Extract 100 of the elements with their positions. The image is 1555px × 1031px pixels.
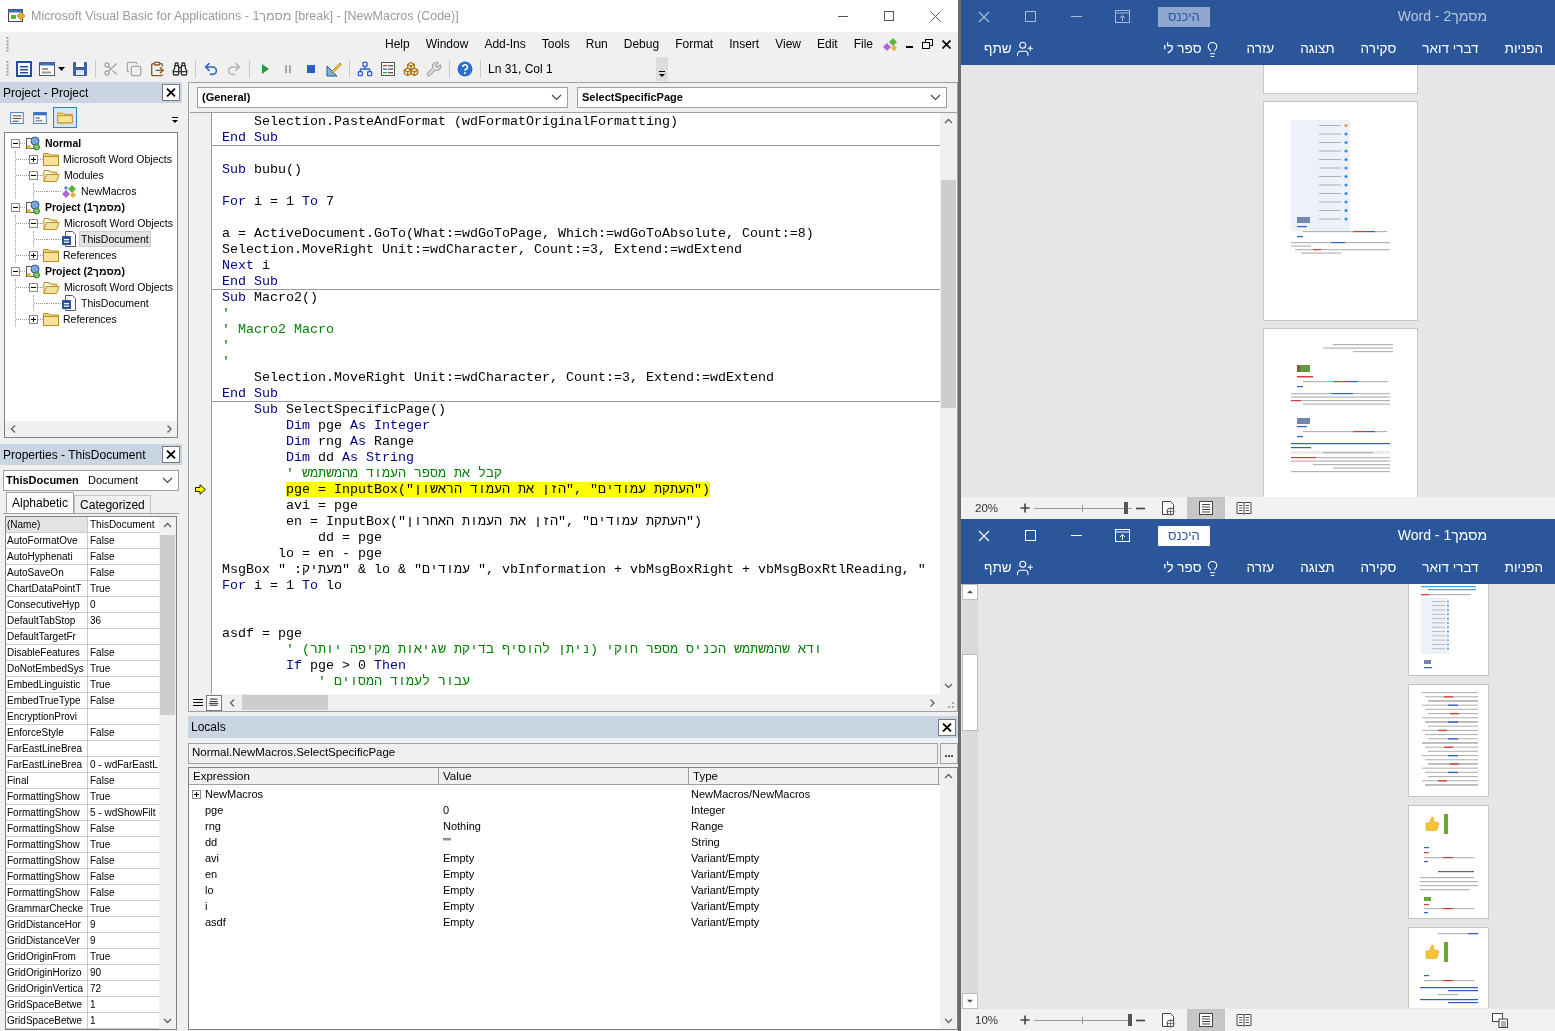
plus-box-icon[interactable] xyxy=(29,314,38,324)
close-icon[interactable] xyxy=(938,718,956,736)
tree-item[interactable]: NewMacros xyxy=(80,184,138,198)
procedure-dropdown[interactable]: SelectSpecificPage xyxy=(577,87,947,108)
property-name[interactable]: FormattingShow xyxy=(6,869,88,884)
grip-icon[interactable] xyxy=(6,60,9,78)
tab[interactable]: Alphabetic xyxy=(6,492,75,513)
plus-icon[interactable] xyxy=(1020,1015,1030,1025)
tree-item[interactable]: References xyxy=(62,312,118,326)
tree-item[interactable]: ThisDocument xyxy=(80,232,150,246)
property-value[interactable]: False xyxy=(88,773,115,788)
property-name[interactable]: FarEastLineBrea xyxy=(6,741,88,756)
close-icon[interactable] xyxy=(942,39,951,49)
property-value[interactable]: ThisDocument xyxy=(88,517,155,532)
minus-box-icon[interactable] xyxy=(29,218,38,228)
display-settings-icon[interactable] xyxy=(1492,1012,1508,1028)
property-value[interactable]: False xyxy=(88,725,115,740)
property-name[interactable]: FarEastLineBrea xyxy=(6,757,88,772)
menu-item[interactable]: Tools xyxy=(541,35,570,53)
plus-box-icon[interactable] xyxy=(192,789,201,799)
restore-icon[interactable] xyxy=(922,39,933,49)
binoculars-icon[interactable] xyxy=(172,61,188,77)
column-header[interactable]: Value xyxy=(439,768,689,784)
property-value[interactable]: True xyxy=(88,949,111,964)
help-icon[interactable] xyxy=(457,61,473,77)
property-value[interactable]: False xyxy=(88,565,115,580)
property-value[interactable]: False xyxy=(88,533,115,548)
slider-thumb[interactable] xyxy=(1128,1014,1133,1026)
property-value[interactable]: False xyxy=(88,693,115,708)
ribbon-tab[interactable]: תצוגה xyxy=(1300,557,1335,579)
zoom-slider[interactable] xyxy=(1034,1013,1132,1027)
property-name[interactable]: Final xyxy=(6,773,88,788)
property-name[interactable]: ConsecutiveHyp xyxy=(6,597,88,612)
property-name[interactable]: DisableFeatures xyxy=(6,645,88,660)
property-value[interactable]: 90 xyxy=(88,965,102,980)
scrollbar-thumb[interactable] xyxy=(941,180,956,408)
property-name[interactable]: (Name) xyxy=(6,517,88,532)
property-name[interactable]: ChartDataPointT xyxy=(6,581,88,596)
property-name[interactable]: EmbedTrueType xyxy=(6,693,88,708)
column-header[interactable]: Expression xyxy=(189,768,439,784)
menu-item[interactable]: File xyxy=(853,35,873,53)
property-value[interactable]: 0 xyxy=(88,597,96,612)
property-value[interactable]: False xyxy=(88,869,115,884)
property-name[interactable]: EmbedLinguistic xyxy=(6,677,88,692)
minus-icon[interactable] xyxy=(1136,1018,1145,1022)
property-value[interactable]: 9 xyxy=(88,933,96,948)
menu-item[interactable]: Help xyxy=(385,35,410,53)
property-value[interactable]: True xyxy=(88,661,111,676)
text-blocks-icon[interactable] xyxy=(206,694,222,711)
property-name[interactable]: FormattingShow xyxy=(6,885,88,900)
plus-box-icon[interactable] xyxy=(29,250,38,260)
ribbon-tab[interactable]: הפניות xyxy=(1504,557,1543,579)
chevron-down-icon[interactable] xyxy=(162,477,173,484)
boxes-icon[interactable] xyxy=(403,61,419,77)
menu-item[interactable]: Run xyxy=(585,35,608,53)
property-value[interactable]: 1 xyxy=(88,997,96,1012)
code-window-icon[interactable] xyxy=(882,36,898,52)
ruler-pencil-icon[interactable] xyxy=(326,61,342,77)
ribbon-tab[interactable]: הפניות xyxy=(1504,38,1543,60)
property-value[interactable]: True xyxy=(88,581,111,596)
property-name[interactable]: FormattingShow xyxy=(6,837,88,852)
menu-item[interactable]: Format xyxy=(675,35,714,53)
close-icon[interactable] xyxy=(162,446,180,463)
object-dropdown[interactable]: (General) xyxy=(197,87,568,108)
property-name[interactable]: GridOriginHorizo xyxy=(6,965,88,980)
property-name[interactable]: FormattingShow xyxy=(6,789,88,804)
scrollbar-thumb[interactable] xyxy=(242,695,328,710)
property-value[interactable]: 72 xyxy=(88,981,102,996)
minus-icon[interactable] xyxy=(1136,506,1145,510)
property-name[interactable]: GridDistanceHor xyxy=(6,917,88,932)
property-name[interactable]: AutoSaveOn xyxy=(6,565,88,580)
ribbon-tab[interactable]: דברי דואר xyxy=(1422,557,1479,579)
slider-thumb[interactable] xyxy=(1124,502,1129,514)
property-value[interactable]: False xyxy=(88,645,115,660)
tree-item[interactable]: ThisDocument xyxy=(80,296,150,310)
minus-box-icon[interactable] xyxy=(29,282,38,292)
menu-item[interactable]: Edit xyxy=(816,35,838,53)
property-name[interactable]: AutoHyphenati xyxy=(6,549,88,564)
minus-box-icon[interactable] xyxy=(11,266,20,276)
paste-icon[interactable] xyxy=(149,61,165,77)
ribbon-tab[interactable]: עזרה xyxy=(1246,38,1275,60)
view-button[interactable] xyxy=(1187,497,1225,519)
property-value[interactable]: False xyxy=(88,549,115,564)
toolbar-options-icon[interactable] xyxy=(656,57,668,81)
ribbon-tab[interactable]: תצוגה xyxy=(1300,38,1335,60)
property-value[interactable]: False xyxy=(88,853,115,868)
tree-item[interactable]: Project (מסמך1) xyxy=(44,200,126,214)
property-value[interactable]: 1 xyxy=(88,1013,96,1028)
close-icon[interactable] xyxy=(162,84,180,101)
property-value[interactable]: 9 xyxy=(88,917,96,932)
property-value[interactable]: True xyxy=(88,677,111,692)
property-name[interactable]: DefaultTargetFr xyxy=(6,629,88,644)
property-name[interactable]: GridSpaceBetwe xyxy=(6,997,88,1012)
properties-list-icon[interactable] xyxy=(380,61,396,77)
tree-item[interactable]: Modules xyxy=(63,168,105,182)
tree-item[interactable]: Normal xyxy=(44,136,83,150)
property-name[interactable]: GridOriginVertica xyxy=(6,981,88,996)
call-stack-button[interactable]: ... xyxy=(940,742,958,764)
zoom-level[interactable]: 20% xyxy=(975,501,1003,515)
save-icon[interactable] xyxy=(72,61,88,77)
